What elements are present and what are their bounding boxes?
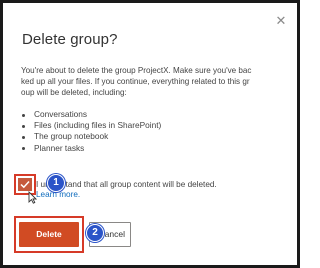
step-badge-2: 2	[86, 224, 104, 242]
screenshot-frame: Delete group? ✕ You're about to delete t…	[0, 0, 300, 268]
list-item: Conversations	[21, 109, 161, 120]
description-line: oup will be deleted, including:	[21, 88, 127, 98]
acknowledgement-label[interactable]: I understand that all group content will…	[36, 179, 281, 190]
step-badge-1: 1	[47, 174, 65, 192]
list-item: Files (including files in SharePoint)	[21, 120, 161, 131]
acknowledge-checkbox[interactable]	[18, 178, 32, 191]
dialog-description: You're about to delete the group Project…	[21, 65, 286, 99]
deleted-items-list: Conversations Files (including files in …	[21, 109, 161, 154]
description-line: ked up all your files. If you continue, …	[21, 77, 250, 87]
list-item: The group notebook	[21, 131, 161, 142]
delete-button[interactable]: Delete	[19, 222, 79, 247]
close-icon[interactable]: ✕	[275, 14, 287, 27]
description-line: You're about to delete the group Project…	[21, 66, 252, 75]
mouse-cursor-icon	[28, 191, 37, 204]
list-item: Planner tasks	[21, 143, 161, 154]
checkmark-icon	[20, 180, 30, 189]
dialog-title: Delete group?	[22, 31, 118, 48]
